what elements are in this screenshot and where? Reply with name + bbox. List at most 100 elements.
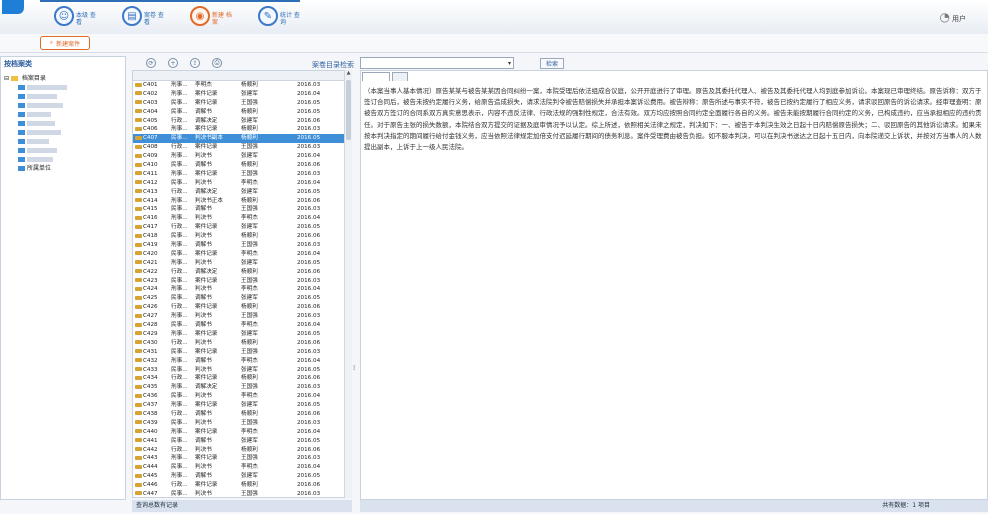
table-row[interactable]: C444 民事... 判决书 李明杰 2016.04 <box>133 463 351 472</box>
table-row[interactable]: C424 刑事... 判决书 李明杰 2016.04 <box>133 285 351 294</box>
table-row[interactable]: C429 刑事... 案件记录 张建军 2016.05 <box>133 330 351 339</box>
table-row[interactable]: C410 民事... 调解书 杨顺利 2016.06 <box>133 161 351 170</box>
table-row[interactable]: C441 民事... 调解书 张建军 2016.05 <box>133 437 351 446</box>
module-button-2[interactable]: ▤ 案卷 查看 <box>120 6 166 32</box>
column-header[interactable] <box>193 71 239 80</box>
table-row[interactable]: C423 民事... 案件记录 王国强 2016.03 <box>133 277 351 286</box>
cell-text: C410 <box>143 162 158 169</box>
table-row[interactable]: C425 民事... 调解书 张建军 2016.05 <box>133 294 351 303</box>
cell-text: 2016.06 <box>297 162 321 169</box>
tree-root[interactable]: ⊟ 档案目录 <box>4 74 122 83</box>
table-row[interactable]: C405 行政... 调解决定 张建军 2016.06 <box>133 117 351 126</box>
expand-icon[interactable]: ⊟ <box>4 75 9 82</box>
table-row[interactable]: C415 民事... 调解书 王国强 2016.03 <box>133 205 351 214</box>
table-row[interactable]: C421 刑事... 判决书 张建军 2016.05 <box>133 259 351 268</box>
refresh-icon[interactable]: ⟳ <box>146 58 156 68</box>
table-cell: C421 <box>133 259 169 268</box>
table-row[interactable]: C433 民事... 判决书 张建军 2016.05 <box>133 366 351 375</box>
tree-node[interactable] <box>4 119 122 128</box>
column-header[interactable] <box>295 71 351 80</box>
table-row[interactable]: C442 行政... 判决书 杨顺利 2016.06 <box>133 446 351 455</box>
user-name[interactable]: 用户 <box>952 14 966 24</box>
cell-text: 李明杰 <box>241 393 258 400</box>
splitter-handle[interactable]: ⁞ <box>353 364 355 372</box>
help-icon[interactable]: ◔ <box>940 10 950 24</box>
table-row[interactable]: C446 行政... 案件记录 杨顺利 2016.06 <box>133 481 351 490</box>
tree-node[interactable]: 所属单位 <box>4 164 122 173</box>
print-icon[interactable]: ⎙ <box>212 58 222 68</box>
table-cell: 2016.03 <box>295 125 351 134</box>
add-icon[interactable]: + <box>168 58 178 68</box>
table-row[interactable]: C402 刑事... 案件记录 张建军 2016.04 <box>133 90 351 99</box>
table-row[interactable]: C437 刑事... 案件记录 张建军 2016.05 <box>133 401 351 410</box>
table-row[interactable]: C404 民事... 调解书 杨顺利 2016.05 <box>133 108 351 117</box>
tree-node[interactable] <box>4 155 122 164</box>
cell-text: 调解书 <box>195 437 212 444</box>
table-row[interactable]: C447 民事... 判决书 王国强 2016.03 <box>133 490 351 497</box>
table-scrollbar[interactable]: ▲ <box>344 70 352 498</box>
scroll-up-icon[interactable]: ▲ <box>345 70 352 78</box>
table-row[interactable]: C407 民事... 判决书副本 杨顺利 2016.05 <box>133 134 351 144</box>
table-row[interactable]: C440 刑事... 案件记录 李明杰 2016.04 <box>133 428 351 437</box>
search-button[interactable]: 检索 <box>540 58 564 69</box>
table-row[interactable]: C406 刑事... 案件记录 杨顺利 2016.03 <box>133 125 351 134</box>
table-row[interactable]: C408 行政... 案件记录 王国强 2016.03 <box>133 143 351 152</box>
tree-node[interactable] <box>4 128 122 137</box>
record-count: 共有数据：1 项目 <box>882 502 930 509</box>
cell-text: 案件记录 <box>195 277 218 284</box>
cell-text: 杨顺利 <box>241 233 258 240</box>
tree-node[interactable] <box>4 92 122 101</box>
module-button-4[interactable]: ✎ 统计 查询 <box>256 6 302 32</box>
table-row[interactable]: C401 刑事... 李明杰 杨顺利 2016.03 <box>133 81 351 90</box>
table-row[interactable]: C435 刑事... 调解决定 王国强 2016.03 <box>133 383 351 392</box>
new-case-button[interactable]: ⌕ 新建案件 <box>40 36 90 50</box>
table-row[interactable]: C432 刑事... 调解书 李明杰 2016.04 <box>133 357 351 366</box>
table-row[interactable]: C413 行政... 调解决定 张建军 2016.05 <box>133 188 351 197</box>
column-header[interactable] <box>133 71 169 80</box>
scroll-thumb[interactable] <box>346 80 351 140</box>
tree-node[interactable] <box>4 110 122 119</box>
column-header[interactable] <box>169 71 193 80</box>
table-cell: 判决书 <box>193 463 239 472</box>
table-row[interactable]: C409 刑事... 判决书 张建军 2016.04 <box>133 152 351 161</box>
table-cell: 2016.04 <box>295 179 351 188</box>
cell-text: C421 <box>143 259 158 266</box>
export-icon[interactable]: ⇪ <box>190 58 200 68</box>
table-row[interactable]: C439 民事... 判决书 王国强 2016.03 <box>133 419 351 428</box>
tab-secondary[interactable] <box>392 72 408 81</box>
table-row[interactable]: C445 刑事... 调解书 张建军 2016.05 <box>133 472 351 481</box>
tree-node[interactable] <box>4 137 122 146</box>
tree-node[interactable] <box>4 83 122 92</box>
table-row[interactable]: C443 刑事... 案件记录 王国强 2016.03 <box>133 454 351 463</box>
folder-icon <box>135 455 142 460</box>
table-row[interactable]: C431 民事... 案件记录 王国强 2016.03 <box>133 348 351 357</box>
table-row[interactable]: C419 刑事... 调解书 王国强 2016.03 <box>133 241 351 250</box>
search-select[interactable]: ▾ <box>360 57 514 69</box>
table-row[interactable]: C416 刑事... 判决书 李明杰 2016.04 <box>133 214 351 223</box>
table-cell: 张建军 <box>239 294 295 303</box>
table-row[interactable]: C403 民事... 案件记录 王国强 2016.05 <box>133 99 351 108</box>
table-row[interactable]: C414 刑事... 判决书正本 杨顺利 2016.06 <box>133 197 351 206</box>
table-row[interactable]: C436 民事... 判决书 李明杰 2016.04 <box>133 392 351 401</box>
table-row[interactable]: C434 行政... 案件记录 杨顺利 2016.06 <box>133 374 351 383</box>
module-button-3[interactable]: ◉ 新建 档案 <box>188 6 234 32</box>
table-cell: 行政... <box>169 446 193 455</box>
table-row[interactable]: C430 行政... 判决书 杨顺利 2016.06 <box>133 339 351 348</box>
tree-node[interactable] <box>4 101 122 110</box>
module-button-1[interactable]: ☺ 本级 查看 <box>52 6 98 32</box>
tree-node[interactable] <box>4 146 122 155</box>
table-row[interactable]: C411 刑事... 案件记录 王国强 2016.03 <box>133 170 351 179</box>
table-row[interactable]: C412 民事... 判决书 李明杰 2016.04 <box>133 179 351 188</box>
folder-icon <box>135 447 142 452</box>
table-row[interactable]: C427 刑事... 判决书 王国强 2016.03 <box>133 312 351 321</box>
table-row[interactable]: C428 民事... 调解书 李明杰 2016.04 <box>133 321 351 330</box>
table-row[interactable]: C420 民事... 案件记录 李明杰 2016.04 <box>133 250 351 259</box>
table-row[interactable]: C418 民事... 判决书 杨顺利 2016.06 <box>133 232 351 241</box>
table-row[interactable]: C417 行政... 案件记录 张建军 2016.05 <box>133 223 351 232</box>
table-row[interactable]: C426 行政... 案件记录 杨顺利 2016.06 <box>133 303 351 312</box>
table-row[interactable]: C422 行政... 调解决定 杨顺利 2016.06 <box>133 268 351 277</box>
tab-document[interactable] <box>362 72 390 81</box>
table-row[interactable]: C438 行政... 调解书 杨顺利 2016.06 <box>133 410 351 419</box>
table-cell: C435 <box>133 383 169 392</box>
column-header[interactable] <box>239 71 295 80</box>
